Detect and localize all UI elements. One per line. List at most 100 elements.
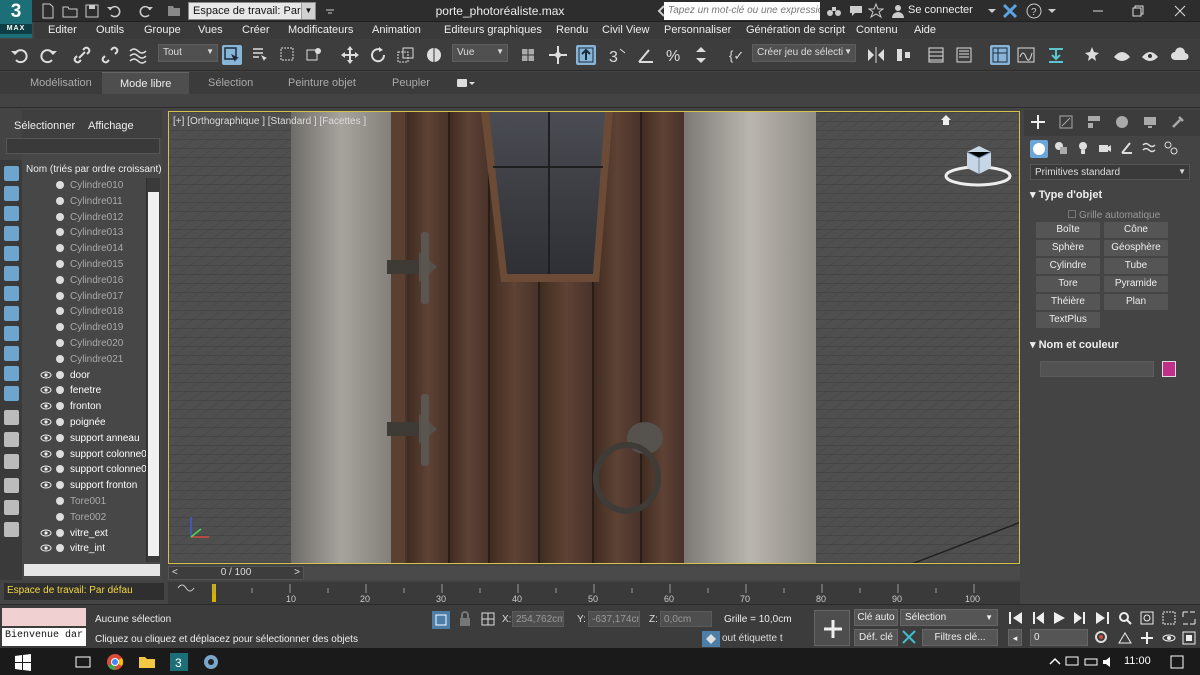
zoom-extents-all-icon[interactable] [1182,611,1196,625]
viewport-label-menu[interactable]: [+] [Orthographique ] [Standard ] [Facet… [173,116,366,127]
render-cloud-icon[interactable] [1170,45,1190,65]
explorer-horizontal-scrollbar[interactable] [24,564,160,576]
previous-frame-icon[interactable] [1030,611,1046,625]
menu-content[interactable]: Contenu [856,24,898,36]
curve-editor-icon[interactable] [1016,45,1036,65]
list-item[interactable]: Cylindre021 [22,352,146,368]
timeline-ruler[interactable]: 10 20 30 40 50 60 70 80 90 100 [168,582,1020,604]
explorer-scrollbar[interactable] [146,178,160,562]
notifications-icon[interactable] [1168,653,1186,671]
app-taskbar-icon[interactable] [202,653,220,671]
systems-category-icon[interactable] [1164,141,1178,155]
field-of-view-icon[interactable] [1118,631,1132,645]
material-editor-icon[interactable] [1046,45,1066,65]
eye-icon[interactable] [40,448,52,460]
list-item[interactable]: Cylindre020 [22,336,146,352]
create-pyramid-button[interactable]: Pyramide [1104,276,1168,292]
select-manipulate-icon[interactable] [548,45,568,65]
pin-icon[interactable] [4,522,19,537]
set-key-big-button[interactable] [814,610,850,646]
list-item[interactable]: Tore002 [22,510,146,526]
create-torus-button[interactable]: Tore [1036,276,1100,292]
create-tube-button[interactable]: Tube [1104,258,1168,274]
menu-views[interactable]: Vues [198,24,223,36]
sign-in-link[interactable]: Se connecter [908,4,973,16]
menu-rendering[interactable]: Rendu [556,24,588,36]
eye-hidden-icon[interactable] [40,321,52,333]
project-icon[interactable] [166,3,182,19]
slider-right-icon[interactable]: > [294,567,300,579]
slider-left-icon[interactable]: < [172,567,178,579]
binoculars-icon[interactable] [826,3,842,19]
helpers-category-icon[interactable] [1120,141,1134,155]
list-item[interactable]: Cylindre013 [22,225,146,241]
current-frame-input[interactable]: 0 [1030,629,1088,646]
pan-view-icon[interactable] [1140,631,1154,645]
hierarchy-tab-icon[interactable] [1086,114,1102,130]
list-item[interactable]: support fronton [22,478,146,494]
filter-helpers-icon[interactable] [4,246,19,261]
help-icon[interactable]: ? [1026,3,1042,19]
snaps-toggle-icon[interactable]: 3 [608,45,628,65]
open-folder-icon[interactable] [62,3,78,19]
geometry-category-icon[interactable] [1030,140,1048,158]
file-explorer-icon[interactable] [138,653,156,671]
filter-xrefs-icon[interactable] [4,306,19,321]
object-name-input[interactable] [1040,361,1154,377]
filter-groups-icon[interactable] [4,286,19,301]
scale-icon[interactable] [396,45,416,65]
next-frame-icon[interactable] [1072,611,1088,625]
align-icon[interactable] [894,45,914,65]
star-icon[interactable] [868,3,884,19]
x-coordinate-field[interactable]: 254,762cm [512,611,564,627]
filter-bones-icon[interactable] [4,326,19,341]
play-icon[interactable] [1052,611,1066,625]
maxscript-listener-input[interactable] [2,608,86,626]
create-tab-plus-icon[interactable] [1030,114,1046,130]
chevron-down-icon[interactable] [1044,3,1060,19]
space-warps-category-icon[interactable] [1142,141,1156,155]
menu-create[interactable]: Créer [242,24,270,36]
eye-hidden-icon[interactable] [40,226,52,238]
list-item[interactable]: support colonne00 [22,462,152,478]
list-item[interactable]: support colonne00 [22,447,152,463]
eye-icon[interactable] [40,369,52,381]
list-item[interactable]: fronton [22,399,146,415]
tab-object-paint[interactable]: Peinture objet [288,72,356,94]
eye-hidden-icon[interactable] [40,337,52,349]
auto-key-button[interactable]: Clé auto [854,609,898,626]
z-coordinate-field[interactable]: 0,0cm [660,611,712,627]
list-item[interactable]: support anneau [22,431,146,447]
minimize-icon[interactable] [1090,3,1106,19]
scrollbar-thumb[interactable] [148,192,159,556]
spinner-snap-icon[interactable] [692,45,712,65]
scene-explorer-icon[interactable] [990,45,1010,65]
unlink-icon[interactable] [100,45,120,65]
select-by-name-icon[interactable] [250,45,270,65]
key-mode-select[interactable]: Sélection ▼ [900,609,998,626]
explorer-column-header[interactable]: Nom (triés par ordre croissant) [26,164,162,175]
create-cone-button[interactable]: Cône [1104,222,1168,238]
orbit-icon[interactable] [1162,631,1176,645]
shapes-category-icon[interactable] [1054,141,1068,155]
list-item[interactable]: Cylindre011 [22,194,146,210]
filter-geometry-icon[interactable] [4,166,19,181]
named-selection-set-select[interactable]: Créer jeu de sélecti ▼ [752,44,856,62]
window-crossing-icon[interactable] [304,45,324,65]
menu-group[interactable]: Groupe [144,24,181,36]
close-icon[interactable] [1172,3,1188,19]
user-icon[interactable] [890,3,906,19]
perspective-viewport[interactable]: [+] [Orthographique ] [Standard ] [Facet… [168,111,1020,564]
key-filters-button[interactable]: Filtres clé... [922,629,998,646]
lock-cell-edit-icon[interactable] [4,500,19,515]
menu-scripting[interactable]: Génération de script [746,24,845,36]
list-item[interactable]: vitre_int [22,541,146,557]
task-view-icon[interactable] [74,653,92,671]
display-none-icon[interactable] [4,432,19,447]
eye-hidden-icon[interactable] [40,258,52,270]
list-item[interactable]: Tore001 [22,494,146,510]
list-item[interactable]: vitre_ext [22,526,146,542]
display-tab-icon[interactable] [1142,114,1158,130]
key-filter-icon[interactable] [902,630,916,644]
filter-space-warps-icon[interactable] [4,266,19,281]
